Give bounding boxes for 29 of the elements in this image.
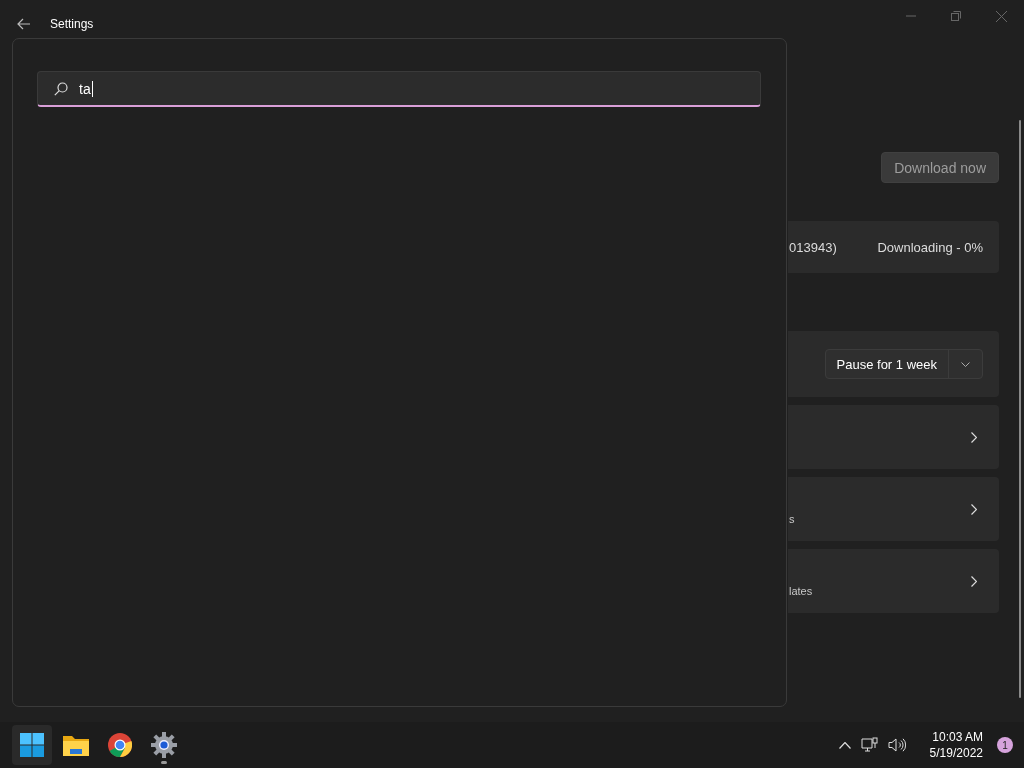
gear-icon[interactable] xyxy=(151,732,177,758)
settings-row[interactable]: s xyxy=(788,477,999,541)
close-icon[interactable] xyxy=(996,10,1007,22)
row-label: lates xyxy=(789,585,813,597)
download-now-button[interactable]: Download now xyxy=(881,152,999,183)
settings-row[interactable]: lates xyxy=(788,549,999,613)
start-icon[interactable] xyxy=(20,733,44,757)
update-name: 013943) xyxy=(789,239,837,255)
update-status: Downloading - 0% xyxy=(877,239,983,255)
chevron-right-icon xyxy=(971,431,977,443)
running-indicator xyxy=(161,761,167,764)
clock[interactable]: 10:03 AM 5/19/2022 xyxy=(929,729,983,761)
back-arrow-icon[interactable] xyxy=(17,18,31,30)
window-title: Settings xyxy=(50,17,94,31)
network-icon[interactable] xyxy=(860,737,878,753)
pause-dropdown[interactable]: Pause for 1 week xyxy=(824,349,983,379)
chevron-right-icon xyxy=(971,503,977,515)
restore-icon[interactable] xyxy=(951,11,961,21)
chevron-up-icon[interactable] xyxy=(838,741,851,749)
row-label: s xyxy=(789,513,795,525)
chevron-down-icon xyxy=(961,361,970,367)
search-icon xyxy=(54,81,68,96)
browser-icon[interactable] xyxy=(108,733,132,757)
chevron-right-icon xyxy=(971,575,977,587)
speaker-icon[interactable] xyxy=(887,738,906,752)
scrollbar[interactable] xyxy=(1019,120,1021,698)
notification-badge[interactable]: 1 xyxy=(997,737,1013,753)
search-field[interactable]: ta xyxy=(37,71,761,107)
folder-icon[interactable] xyxy=(63,734,89,756)
